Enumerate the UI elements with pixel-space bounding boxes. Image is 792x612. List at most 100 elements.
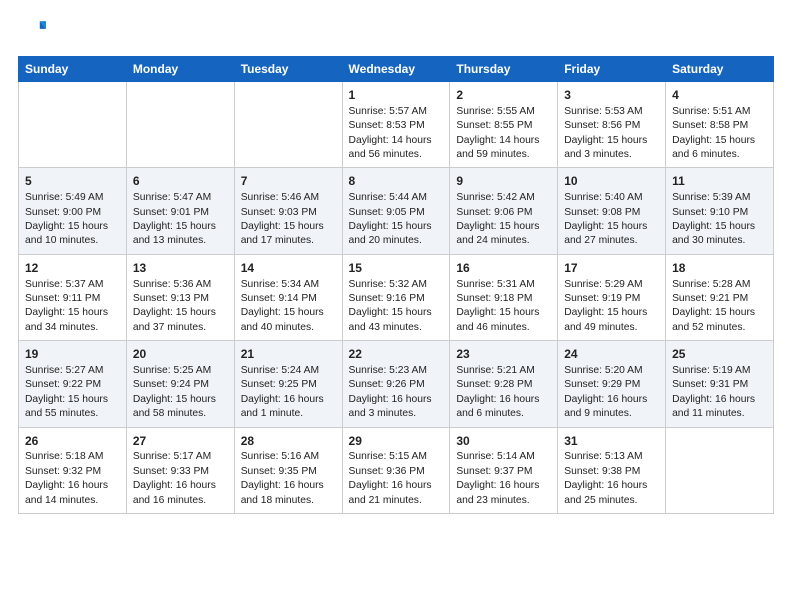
day-number: 8 <box>349 173 444 190</box>
day-cell: 11Sunrise: 5:39 AMSunset: 9:10 PMDayligh… <box>666 168 774 254</box>
day-number: 25 <box>672 346 767 363</box>
day-number: 14 <box>241 260 336 277</box>
day-info: Sunrise: 5:24 AM <box>241 364 336 378</box>
day-number: 4 <box>672 87 767 104</box>
day-number: 5 <box>25 173 120 190</box>
day-number: 11 <box>672 173 767 190</box>
week-row-1: 1Sunrise: 5:57 AMSunset: 8:53 PMDaylight… <box>19 82 774 168</box>
day-cell <box>666 427 774 513</box>
day-number: 26 <box>25 433 120 450</box>
day-cell <box>19 82 127 168</box>
day-number: 1 <box>349 87 444 104</box>
day-info: and 23 minutes. <box>456 494 551 508</box>
day-info: Sunset: 9:25 PM <box>241 378 336 392</box>
day-info: and 14 minutes. <box>25 494 120 508</box>
day-info: Sunrise: 5:39 AM <box>672 191 767 205</box>
day-info: Sunset: 8:58 PM <box>672 119 767 133</box>
day-info: Sunrise: 5:27 AM <box>25 364 120 378</box>
day-cell: 19Sunrise: 5:27 AMSunset: 9:22 PMDayligh… <box>19 341 127 427</box>
day-info: Sunset: 8:56 PM <box>564 119 659 133</box>
day-info: Sunset: 9:36 PM <box>349 465 444 479</box>
day-info: Daylight: 15 hours <box>456 220 551 234</box>
day-info: Sunset: 8:53 PM <box>349 119 444 133</box>
day-info: Daylight: 16 hours <box>349 479 444 493</box>
day-info: and 58 minutes. <box>133 407 228 421</box>
day-info: Sunrise: 5:19 AM <box>672 364 767 378</box>
day-cell: 1Sunrise: 5:57 AMSunset: 8:53 PMDaylight… <box>342 82 450 168</box>
day-number: 21 <box>241 346 336 363</box>
day-info: Sunrise: 5:37 AM <box>25 278 120 292</box>
day-cell: 16Sunrise: 5:31 AMSunset: 9:18 PMDayligh… <box>450 254 558 340</box>
day-cell: 24Sunrise: 5:20 AMSunset: 9:29 PMDayligh… <box>558 341 666 427</box>
day-info: and 10 minutes. <box>25 234 120 248</box>
day-cell: 5Sunrise: 5:49 AMSunset: 9:00 PMDaylight… <box>19 168 127 254</box>
day-info: Sunrise: 5:44 AM <box>349 191 444 205</box>
day-number: 2 <box>456 87 551 104</box>
day-info: Sunset: 9:00 PM <box>25 206 120 220</box>
day-info: Daylight: 15 hours <box>672 220 767 234</box>
day-info: Sunset: 9:33 PM <box>133 465 228 479</box>
day-info: and 55 minutes. <box>25 407 120 421</box>
day-info: Sunrise: 5:15 AM <box>349 450 444 464</box>
day-info: and 52 minutes. <box>672 321 767 335</box>
day-info: Sunrise: 5:20 AM <box>564 364 659 378</box>
weekday-header-wednesday: Wednesday <box>342 57 450 82</box>
day-info: Sunset: 9:21 PM <box>672 292 767 306</box>
day-info: and 40 minutes. <box>241 321 336 335</box>
day-info: Sunset: 9:35 PM <box>241 465 336 479</box>
day-info: Daylight: 16 hours <box>25 479 120 493</box>
day-cell: 10Sunrise: 5:40 AMSunset: 9:08 PMDayligh… <box>558 168 666 254</box>
day-info: Daylight: 15 hours <box>25 393 120 407</box>
day-info: and 16 minutes. <box>133 494 228 508</box>
day-cell: 29Sunrise: 5:15 AMSunset: 9:36 PMDayligh… <box>342 427 450 513</box>
day-cell: 25Sunrise: 5:19 AMSunset: 9:31 PMDayligh… <box>666 341 774 427</box>
day-info: Daylight: 16 hours <box>456 479 551 493</box>
day-info: and 49 minutes. <box>564 321 659 335</box>
day-cell: 26Sunrise: 5:18 AMSunset: 9:32 PMDayligh… <box>19 427 127 513</box>
day-info: and 13 minutes. <box>133 234 228 248</box>
day-info: Sunrise: 5:29 AM <box>564 278 659 292</box>
day-number: 7 <box>241 173 336 190</box>
day-info: Sunset: 9:29 PM <box>564 378 659 392</box>
day-info: Sunset: 9:26 PM <box>349 378 444 392</box>
day-cell: 21Sunrise: 5:24 AMSunset: 9:25 PMDayligh… <box>234 341 342 427</box>
day-info: Daylight: 15 hours <box>456 306 551 320</box>
day-info: and 6 minutes. <box>672 148 767 162</box>
day-info: Sunset: 8:55 PM <box>456 119 551 133</box>
day-cell: 31Sunrise: 5:13 AMSunset: 9:38 PMDayligh… <box>558 427 666 513</box>
day-info: and 3 minutes. <box>564 148 659 162</box>
day-info: Daylight: 16 hours <box>564 479 659 493</box>
day-info: Sunrise: 5:34 AM <box>241 278 336 292</box>
day-number: 31 <box>564 433 659 450</box>
day-cell: 17Sunrise: 5:29 AMSunset: 9:19 PMDayligh… <box>558 254 666 340</box>
day-number: 28 <box>241 433 336 450</box>
day-info: Sunrise: 5:36 AM <box>133 278 228 292</box>
day-info: Daylight: 16 hours <box>133 479 228 493</box>
day-info: Sunrise: 5:16 AM <box>241 450 336 464</box>
day-number: 12 <box>25 260 120 277</box>
day-info: Daylight: 15 hours <box>349 306 444 320</box>
day-info: Sunrise: 5:25 AM <box>133 364 228 378</box>
weekday-header-monday: Monday <box>126 57 234 82</box>
day-info: Sunset: 9:32 PM <box>25 465 120 479</box>
day-info: and 43 minutes. <box>349 321 444 335</box>
day-info: Daylight: 16 hours <box>672 393 767 407</box>
day-info: and 34 minutes. <box>25 321 120 335</box>
day-info: Daylight: 15 hours <box>133 393 228 407</box>
day-info: Sunset: 9:16 PM <box>349 292 444 306</box>
day-info: and 25 minutes. <box>564 494 659 508</box>
day-info: Daylight: 16 hours <box>241 479 336 493</box>
day-info: Sunset: 9:01 PM <box>133 206 228 220</box>
week-row-2: 5Sunrise: 5:49 AMSunset: 9:00 PMDaylight… <box>19 168 774 254</box>
day-number: 6 <box>133 173 228 190</box>
day-info: Daylight: 15 hours <box>564 134 659 148</box>
day-info: and 18 minutes. <box>241 494 336 508</box>
day-cell: 20Sunrise: 5:25 AMSunset: 9:24 PMDayligh… <box>126 341 234 427</box>
week-row-4: 19Sunrise: 5:27 AMSunset: 9:22 PMDayligh… <box>19 341 774 427</box>
day-info: Sunset: 9:05 PM <box>349 206 444 220</box>
day-info: and 20 minutes. <box>349 234 444 248</box>
day-info: Daylight: 14 hours <box>456 134 551 148</box>
day-info: Daylight: 15 hours <box>133 306 228 320</box>
day-info: Sunrise: 5:18 AM <box>25 450 120 464</box>
day-number: 10 <box>564 173 659 190</box>
